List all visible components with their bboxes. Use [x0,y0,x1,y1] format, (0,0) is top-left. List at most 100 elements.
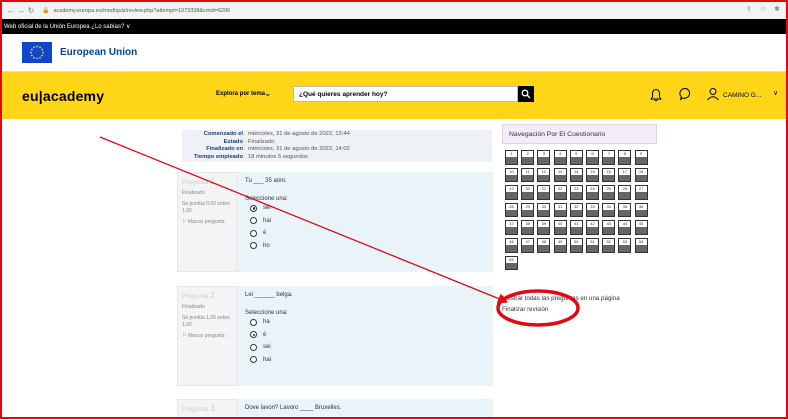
question-nav-button[interactable]: 47 [521,238,535,253]
extensions-icon[interactable]: ✱ [774,5,780,13]
question-nav-button[interactable]: 32 [569,202,583,218]
question-nav-button[interactable]: 6 [586,150,599,165]
question-nav-button[interactable]: 44 [618,220,632,235]
user-name[interactable]: CAMINO G... [723,92,761,99]
question-nav-button[interactable]: 13 [553,167,567,183]
address-bar[interactable]: 🔒 academy.europa.eu/mod/quiz/review.php?… [42,5,602,17]
question-nav-button[interactable]: 7 [602,150,616,165]
question-nav-button[interactable]: 15 [586,167,599,183]
question-nav-button[interactable]: 2 [521,150,535,165]
official-site-text[interactable]: Web oficial de la Unión Europea ¿Lo sabí… [4,23,130,30]
question-nav-button[interactable]: 14 [569,167,583,183]
radio-button[interactable] [250,217,257,225]
radio-button[interactable] [250,343,257,351]
question-nav-button[interactable]: 24 [586,185,599,200]
question-nav-button[interactable]: 1 [505,150,518,165]
chevron-down-icon[interactable]: ⌄ [264,88,272,99]
question-nav-button[interactable]: 52 [602,238,616,253]
question-nav-number: 1 [506,151,517,157]
question-nav-button[interactable]: 26 [618,185,632,200]
question-nav-button[interactable]: 18 [634,167,648,183]
eu-flag-icon[interactable] [22,42,52,63]
question-nav-button[interactable]: 10 [505,167,518,183]
question-nav-button[interactable]: 21 [537,185,551,200]
radio-button[interactable] [250,318,257,326]
question-nav-button[interactable]: 4 [553,150,567,165]
question-nav-button[interactable]: 37 [505,220,518,235]
user-icon[interactable] [706,87,720,101]
answer-option[interactable]: hai [245,354,485,367]
question-nav-button[interactable]: 55 [505,255,518,271]
question-nav-button[interactable]: 48 [537,238,551,253]
show-all-questions-link[interactable]: Mostrar todas las preguntas en una págin… [502,295,620,306]
question-nav-button[interactable]: 17 [618,167,632,183]
forward-icon[interactable]: → [16,6,26,15]
eu-name[interactable]: European Union [60,47,137,58]
share-icon[interactable]: ⇪ [746,5,752,13]
explore-menu[interactable]: Explora por tema [216,91,265,97]
answer-option[interactable]: sei [245,202,485,215]
question-nav-button[interactable]: 12 [537,167,551,183]
question-nav-button[interactable]: 35 [618,202,632,218]
reload-icon[interactable]: ↻ [26,6,36,15]
question-nav-button[interactable]: 19 [505,185,518,200]
answer-option[interactable]: è [245,227,485,240]
question-nav-button[interactable]: 9 [634,150,648,165]
question-nav-button[interactable]: 16 [602,167,616,183]
back-icon[interactable]: ← [6,6,16,15]
question-nav-button[interactable]: 46 [505,238,518,253]
question-nav-button[interactable]: 36 [634,202,648,218]
finish-review-link[interactable]: Finalizar revisión [502,306,620,317]
question-nav-button[interactable]: 40 [553,220,567,235]
answer-option[interactable]: ha [245,316,485,329]
question-nav-button[interactable]: 54 [634,238,648,253]
question-nav-button[interactable]: 31 [553,202,567,218]
question-nav-button[interactable]: 41 [569,220,583,235]
radio-button[interactable] [250,229,257,237]
question-nav-button[interactable]: 27 [634,185,648,200]
question-nav-button[interactable]: 38 [521,220,535,235]
answer-option[interactable]: ho [245,240,485,253]
answer-option[interactable]: hai [245,215,485,228]
answer-option[interactable]: è [245,329,485,342]
question-nav-button[interactable]: 42 [586,220,599,235]
bookmark-star-icon[interactable]: ☆ [760,5,766,13]
question-nav-button[interactable]: 8 [618,150,632,165]
question-nav-button[interactable]: 33 [586,202,599,218]
question-nav-button[interactable]: 45 [634,220,648,235]
answer-option[interactable]: sei [245,341,485,354]
radio-button[interactable] [250,331,257,339]
question-nav-button[interactable]: 20 [521,185,535,200]
question-nav-button[interactable]: 30 [537,202,551,218]
radio-button[interactable] [250,204,257,212]
question-nav-button[interactable]: 50 [569,238,583,253]
radio-button[interactable] [250,242,257,250]
question-nav-button[interactable]: 11 [521,167,535,183]
question-nav-number: 5 [570,151,582,157]
question-nav-button[interactable]: 34 [602,202,616,218]
flag-question-link[interactable]: ⚐ Marcar pregunta [182,219,232,226]
browser-toolbar: ← → ↻ 🔒 academy.europa.eu/mod/quiz/revie… [2,2,786,19]
bell-icon[interactable] [650,88,662,102]
question-nav-button[interactable]: 28 [505,202,518,218]
chat-icon[interactable] [679,87,693,101]
question-nav-button[interactable]: 39 [537,220,551,235]
site-logo[interactable]: eu|academy [22,88,104,104]
question-nav-button[interactable]: 43 [602,220,616,235]
flag-question-link[interactable]: ⚐ Marcar pregunta [182,333,232,340]
chevron-down-icon[interactable]: ∨ [773,89,778,97]
question-nav-button[interactable]: 49 [553,238,567,253]
question-nav-button[interactable]: 5 [569,150,583,165]
question-nav-button[interactable]: 53 [618,238,632,253]
question-nav-button[interactable]: 29 [521,202,535,218]
question-nav-button[interactable]: 51 [586,238,599,253]
radio-button[interactable] [250,356,257,364]
search-button[interactable] [518,86,534,102]
search-input[interactable]: ¿Qué quieres aprender hoy? [293,86,518,102]
question-nav-number: 19 [506,186,517,193]
question-nav-button[interactable]: 3 [537,150,551,165]
question-nav-button[interactable]: 25 [602,185,616,200]
question-nav-button[interactable]: 22 [553,185,567,200]
question-nav-number: 23 [570,186,582,193]
question-nav-button[interactable]: 23 [569,185,583,200]
